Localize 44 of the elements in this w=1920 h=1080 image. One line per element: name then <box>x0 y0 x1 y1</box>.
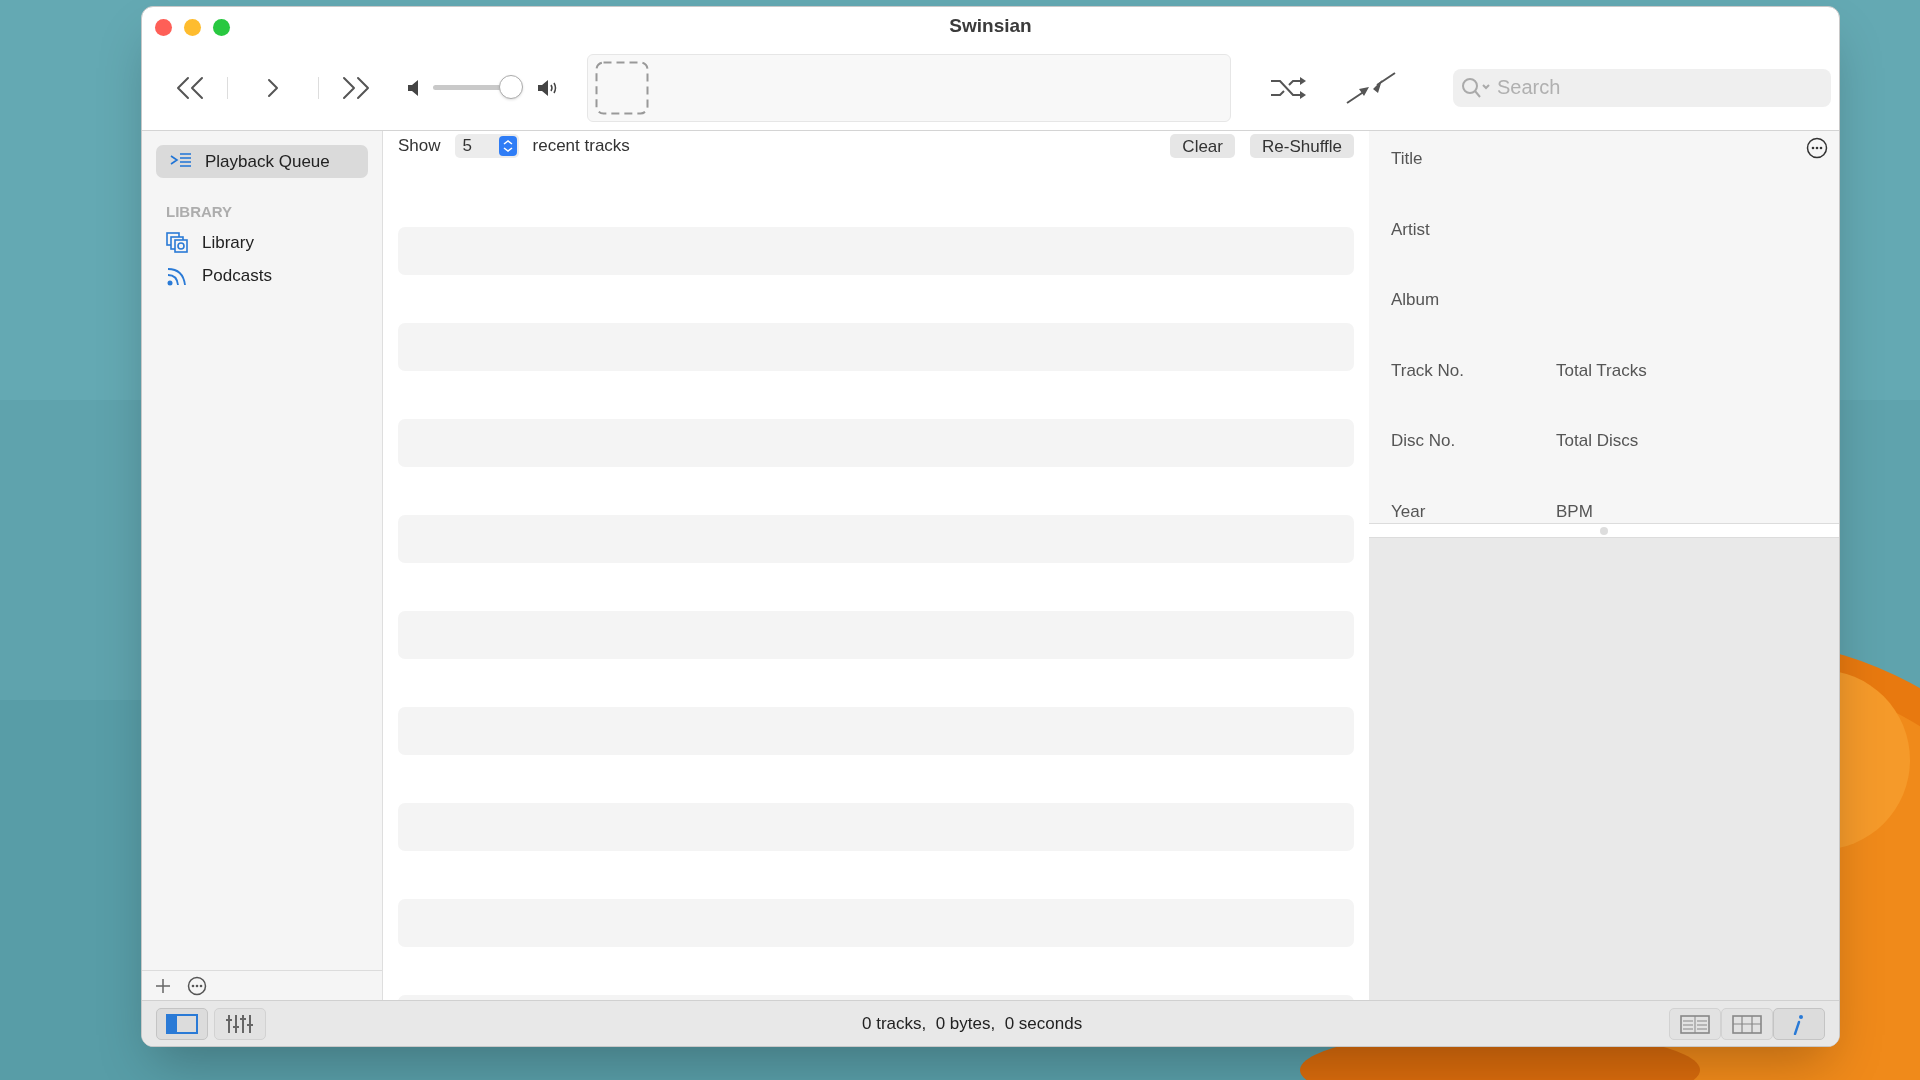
window-title: Swinsian <box>949 14 1032 38</box>
shuffle-icon[interactable] <box>1269 74 1307 101</box>
suffix-label: recent tracks <box>532 135 630 157</box>
field-label: Title <box>1391 148 1424 170</box>
field-label: Disc No. <box>1391 430 1457 452</box>
previous-button[interactable] <box>174 74 206 101</box>
field-label: Total Tracks <box>1556 359 1647 382</box>
search-field[interactable]: Search <box>1453 68 1831 107</box>
status-text: 0 tracks, 0 bytes, 0 seconds <box>862 1012 1083 1035</box>
resize-handle[interactable] <box>1600 526 1608 535</box>
minimize-button[interactable] <box>184 18 201 36</box>
slider-thumb[interactable] <box>498 75 523 99</box>
zoom-button[interactable] <box>213 18 230 36</box>
field-label: Track No. <box>1391 359 1466 382</box>
speaker-icon <box>407 78 419 97</box>
more-icon[interactable] <box>187 975 207 996</box>
next-button[interactable] <box>340 74 372 101</box>
close-button[interactable] <box>155 18 172 36</box>
field-label: Artist <box>1391 218 1431 241</box>
show-label: Show <box>398 135 441 157</box>
sidebar-item[interactable]: Library <box>156 226 368 260</box>
field-label: Album <box>1391 289 1441 311</box>
sidebar-item[interactable]: Podcasts <box>156 259 368 293</box>
field-label: Year <box>1391 500 1427 523</box>
equalizer-button[interactable] <box>214 1007 266 1040</box>
count-stepper[interactable]: 5 <box>454 133 519 158</box>
artwork-placeholder-icon <box>595 60 649 115</box>
column-view-button[interactable] <box>1669 1007 1721 1040</box>
grid-view-button[interactable] <box>1721 1007 1773 1040</box>
add-icon[interactable] <box>155 977 171 994</box>
info-button[interactable] <box>1773 1007 1825 1040</box>
shrink-arrows-icon[interactable] <box>1345 70 1397 105</box>
queue-button[interactable]: Re-Shuffle <box>1250 133 1354 158</box>
section-header: LIBRARY <box>165 202 234 222</box>
sidebar-item[interactable]: Playback Queue <box>156 145 368 178</box>
stepper-arrows-icon <box>498 135 517 156</box>
field-label: BPM <box>1556 500 1593 523</box>
search-icon <box>1461 76 1491 99</box>
field-label: Total Discs <box>1556 430 1639 452</box>
loud-speaker-icon <box>537 78 559 97</box>
more-icon[interactable] <box>1806 137 1828 159</box>
library-icon <box>166 232 190 254</box>
queue-button[interactable]: Clear <box>1170 133 1235 158</box>
sidebar-toggle-button[interactable] <box>156 1007 208 1040</box>
